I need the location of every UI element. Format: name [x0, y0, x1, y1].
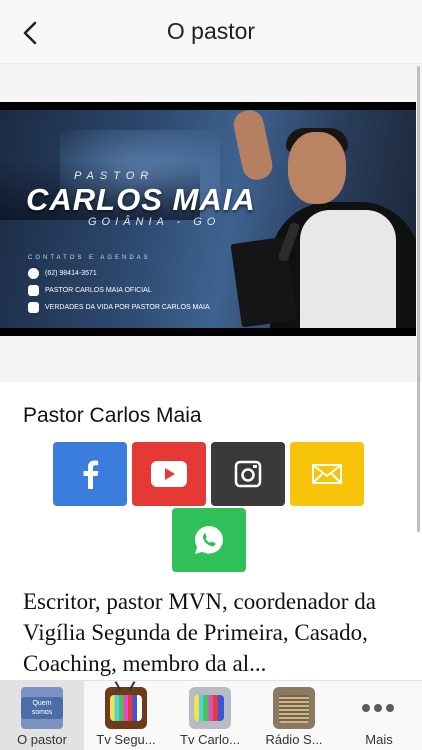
navigation-bar: O pastor: [0, 0, 422, 64]
raised-arm-graphic: [231, 110, 275, 183]
whatsapp-icon: [28, 268, 39, 279]
banner-facebook: VERDADES DA VIDA POR PASTOR CARLOS MAIA: [45, 304, 210, 311]
tab-radio[interactable]: Rádio S...: [252, 681, 336, 750]
radio-icon: [273, 687, 315, 729]
tab-label: O pastor: [17, 732, 67, 747]
tab-o-pastor[interactable]: Quem somos O pastor: [0, 681, 84, 750]
scroll-content[interactable]: PASTOR CARLOS MAIA GOIÂNIA - GO CONTATOS…: [0, 64, 422, 680]
youtube-button[interactable]: [132, 442, 206, 506]
facebook-icon: [83, 460, 99, 489]
more-icon: [357, 687, 399, 729]
quem-somos-icon: Quem somos: [21, 687, 63, 729]
tab-label: Tv Segu...: [96, 732, 156, 747]
youtube-icon: [151, 461, 187, 487]
tab-label: Rádio S...: [265, 732, 323, 747]
scrollbar[interactable]: [417, 66, 420, 532]
social-buttons: [0, 442, 422, 506]
mail-icon: [312, 464, 342, 484]
tab-mais[interactable]: Mais: [336, 681, 422, 750]
pastor-description: Escritor, pastor MVN, coordenador da Vig…: [23, 589, 376, 676]
tab-tv-segunda[interactable]: Tv Segu...: [84, 681, 168, 750]
facebook-button[interactable]: [53, 442, 127, 506]
facebook-icon: [28, 302, 39, 313]
tab-label: Mais: [365, 732, 393, 747]
page-title: O pastor: [166, 18, 256, 44]
tab-tv-carlos[interactable]: Tv Carlo...: [168, 681, 252, 750]
instagram-button[interactable]: [211, 442, 285, 506]
banner-instagram-line: PASTOR CARLOS MAIA OFICIAL: [28, 285, 152, 296]
banner-facebook-line: VERDADES DA VIDA POR PASTOR CARLOS MAIA: [28, 302, 210, 313]
instagram-icon: [28, 285, 39, 296]
banner-instagram: PASTOR CARLOS MAIA OFICIAL: [45, 287, 152, 294]
pastor-portrait: [288, 132, 346, 204]
banner-title-small: PASTOR: [74, 170, 155, 182]
pastor-name: Pastor Carlos Maia: [23, 404, 202, 427]
email-button[interactable]: [290, 442, 364, 506]
banner-city: GOIÂNIA - GO: [88, 216, 221, 228]
banner-phone-line: (62) 98414-3571: [28, 268, 97, 279]
tab-label: Tv Carlo...: [180, 732, 240, 747]
tab-bar: Quem somos O pastor Tv Segu... Tv Carlo.…: [0, 680, 422, 750]
whatsapp-icon: [195, 526, 223, 554]
pastor-banner-image: PASTOR CARLOS MAIA GOIÂNIA - GO CONTATOS…: [0, 102, 416, 336]
banner-contacts-heading: CONTATOS E AGENDAS: [28, 255, 151, 261]
tv-icon: [105, 681, 147, 729]
quem-somos-icon-text: Quem somos: [21, 697, 63, 719]
banner-title: CARLOS MAIA: [26, 182, 256, 217]
banner-phone: (62) 98414-3571: [45, 270, 97, 277]
tv-icon: [189, 687, 231, 729]
instagram-icon: [234, 460, 262, 488]
whatsapp-button[interactable]: [172, 508, 246, 572]
